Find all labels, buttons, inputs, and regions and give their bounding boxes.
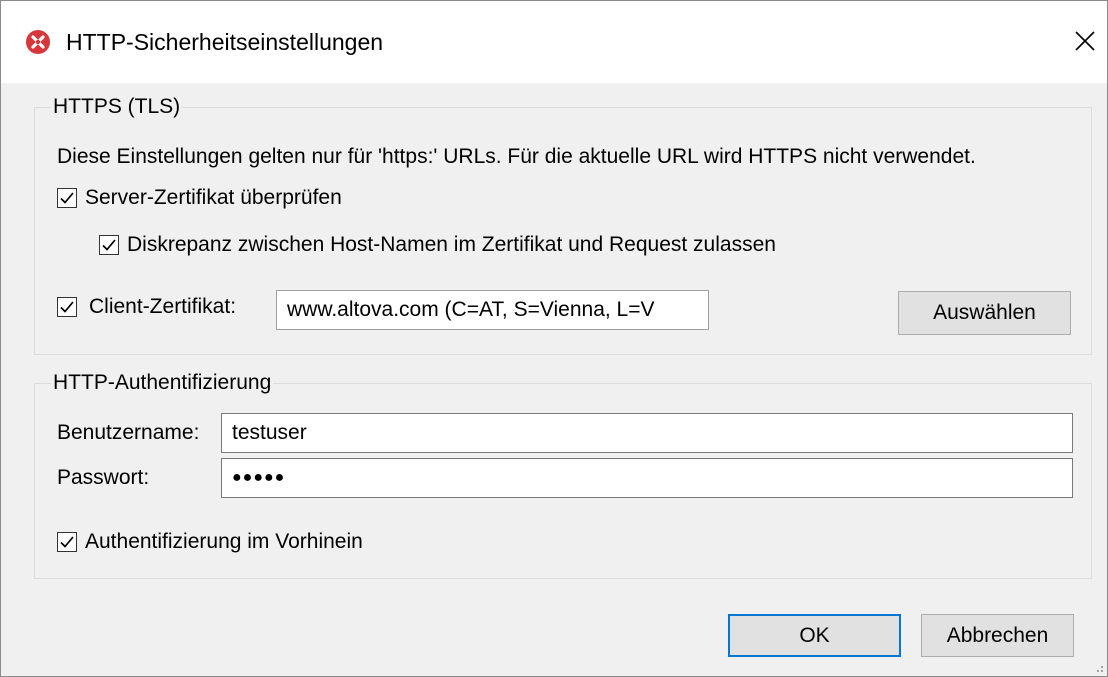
https-group-title: HTTPS (TLS): [51, 94, 183, 120]
http-security-dialog: HTTP-Sicherheitseinstellungen HTTPS (TLS…: [0, 0, 1108, 677]
close-button[interactable]: [1063, 19, 1107, 63]
ok-button[interactable]: OK: [728, 614, 901, 657]
title-bar: HTTP-Sicherheitseinstellungen: [1, 1, 1107, 83]
close-icon: [1075, 31, 1095, 51]
username-input[interactable]: testuser: [221, 413, 1073, 453]
client-cert-field[interactable]: www.altova.com (C=AT, S=Vienna, L=V: [276, 290, 709, 330]
checkmark-icon: [60, 192, 74, 204]
allow-host-mismatch-checkbox[interactable]: [99, 235, 119, 255]
checkmark-icon: [60, 536, 74, 548]
client-cert-label[interactable]: Client-Zertifikat:: [89, 294, 236, 320]
select-cert-button[interactable]: Auswählen: [898, 291, 1071, 335]
password-input[interactable]: ●●●●●: [221, 458, 1073, 498]
preemptive-auth-checkbox[interactable]: [57, 532, 77, 552]
checkmark-icon: [102, 239, 116, 251]
preemptive-auth-label[interactable]: Authentifizierung im Vorhinein: [85, 529, 363, 555]
username-label: Benutzername:: [57, 421, 200, 444]
client-cert-checkbox[interactable]: [57, 297, 77, 317]
altova-app-icon: [26, 30, 50, 54]
window-title: HTTP-Sicherheitseinstellungen: [66, 29, 384, 55]
verify-server-cert-label[interactable]: Server-Zertifikat überprüfen: [85, 185, 342, 211]
allow-host-mismatch-label[interactable]: Diskrepanz zwischen Host-Namen im Zertif…: [127, 232, 776, 258]
cancel-button[interactable]: Abbrechen: [921, 614, 1074, 657]
resize-grip-icon[interactable]: [1094, 663, 1104, 673]
https-info-text: Diese Einstellungen gelten nur für 'http…: [57, 145, 976, 168]
auth-group-title: HTTP-Authentifizierung: [51, 370, 274, 396]
verify-server-cert-checkbox[interactable]: [57, 188, 77, 208]
checkmark-icon: [60, 301, 74, 313]
password-label: Passwort:: [57, 466, 150, 489]
